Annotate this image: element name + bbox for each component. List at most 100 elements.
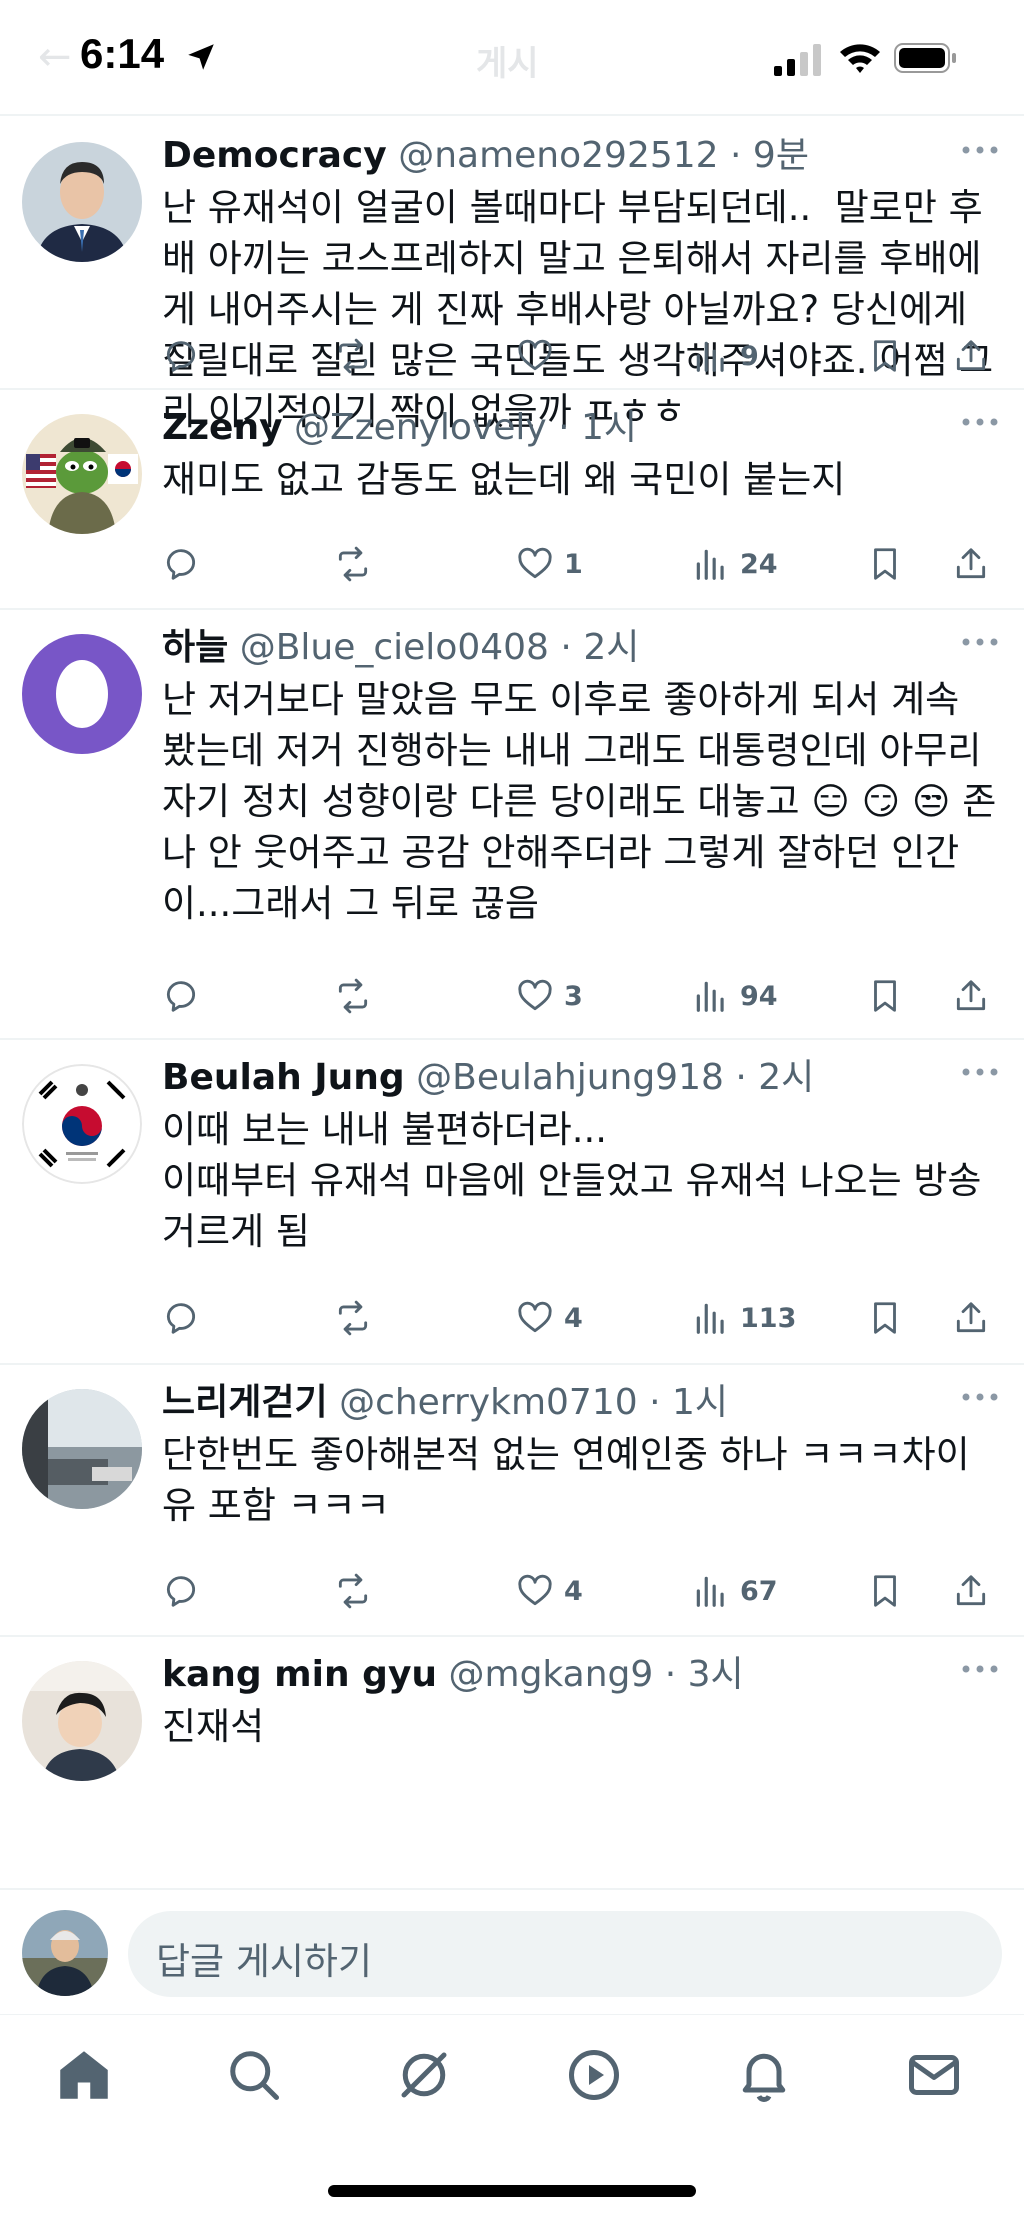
view-count: 9: [740, 340, 759, 372]
bookmark-button[interactable]: [866, 974, 904, 1018]
tweet[interactable]: kang min gyu @mgkang9 · 3시 진재석: [0, 1637, 1024, 1888]
separator-dot: ·: [546, 407, 581, 448]
avatar[interactable]: [22, 1661, 142, 1781]
timestamp[interactable]: 2시: [583, 627, 639, 668]
tweet[interactable]: 느리게걷기 @cherrykm0710 · 1시 단한번도 좋아해본적 없는 연…: [0, 1365, 1024, 1637]
location-arrow-icon: [188, 44, 214, 70]
reply-button[interactable]: [162, 542, 200, 586]
tweet-text: 재미도 없고 감동도 없는데 왜 국민이 붙는지: [162, 458, 846, 501]
like-button[interactable]: 1: [516, 542, 583, 586]
share-button[interactable]: [952, 1569, 990, 1613]
like-count: 4: [564, 1575, 583, 1607]
tab-video[interactable]: [564, 2045, 624, 2105]
bookmark-button[interactable]: [866, 1569, 904, 1613]
views-chart-icon: [696, 1576, 724, 1607]
reply-button[interactable]: [162, 334, 200, 378]
share-button[interactable]: [952, 542, 990, 586]
tweet-text: 이때 보는 내내 불편하더라... 이때부터 유재석 마음에 안들었고 유재석 …: [162, 1108, 982, 1253]
user-handle[interactable]: @Zzenylovely: [294, 407, 547, 448]
video-icon: [569, 2050, 619, 2100]
avatar[interactable]: [22, 414, 142, 534]
tab-search[interactable]: [224, 2045, 284, 2105]
share-button[interactable]: [952, 1296, 990, 1340]
timestamp[interactable]: 3시: [688, 1654, 744, 1695]
views-button[interactable]: 94: [692, 974, 778, 1018]
retweet-icon: [338, 1573, 368, 1609]
reply-button[interactable]: [162, 1569, 200, 1613]
tab-messages[interactable]: [904, 2045, 964, 2105]
views-button[interactable]: 113: [692, 1296, 796, 1340]
reply-button[interactable]: [162, 974, 200, 1018]
user-handle[interactable]: @nameno292512: [398, 135, 718, 176]
share-icon: [956, 1302, 986, 1333]
display-name[interactable]: 느리게걷기: [162, 1382, 328, 1423]
timestamp[interactable]: 1시: [581, 407, 637, 448]
like-button[interactable]: [516, 334, 564, 378]
more-options-icon[interactable]: [960, 1387, 1000, 1407]
grok-icon: [401, 2052, 447, 2098]
timestamp[interactable]: 2시: [758, 1057, 814, 1098]
my-avatar[interactable]: [22, 1910, 108, 1996]
share-button[interactable]: [952, 974, 990, 1018]
timestamp[interactable]: 1시: [672, 1382, 728, 1423]
like-button[interactable]: 4: [516, 1296, 583, 1340]
reply-feed[interactable]: Democracy @nameno292512 · 9분 난 유재석이 얼굴이 …: [0, 118, 1024, 1888]
views-button[interactable]: 24: [692, 542, 778, 586]
display-name[interactable]: Beulah Jung: [162, 1057, 405, 1098]
home-indicator[interactable]: [328, 2185, 696, 2197]
more-options-icon[interactable]: [960, 140, 1000, 160]
heart-icon: [518, 339, 552, 371]
retweet-button[interactable]: [334, 334, 372, 378]
display-name[interactable]: 하늘: [162, 627, 228, 668]
retweet-button[interactable]: [334, 1296, 372, 1340]
display-name[interactable]: Zzeny: [162, 407, 283, 448]
like-count: 4: [564, 1302, 583, 1334]
more-options-icon[interactable]: [960, 632, 1000, 652]
tweet[interactable]: Beulah Jung @Beulahjung918 · 2시 이때 보는 내내…: [0, 1040, 1024, 1365]
tweet-actions: 3 94: [162, 974, 1002, 1018]
bookmark-button[interactable]: [866, 334, 904, 378]
home-icon: [60, 2051, 108, 2099]
back-arrow-icon[interactable]: ←: [38, 34, 72, 80]
user-handle[interactable]: @cherrykm0710: [339, 1382, 638, 1423]
like-button[interactable]: 4: [516, 1569, 583, 1613]
view-count: 113: [740, 1302, 797, 1334]
tweet[interactable]: 하늘 @Blue_cielo0408 · 2시 난 저거보다 말았음 무도 이후…: [0, 610, 1024, 1040]
user-handle[interactable]: @Blue_cielo0408: [240, 627, 549, 668]
tweet-actions: 4 67: [162, 1569, 1002, 1613]
like-button[interactable]: 3: [516, 974, 583, 1018]
reply-icon: [166, 1576, 196, 1607]
bookmark-icon: [874, 548, 896, 580]
avatar[interactable]: [22, 1389, 142, 1509]
reply-button[interactable]: [162, 1296, 200, 1340]
user-handle[interactable]: @mgkang9: [449, 1654, 654, 1695]
more-options-icon[interactable]: [960, 1659, 1000, 1679]
cellular-signal-icon: [774, 44, 821, 76]
bookmark-button[interactable]: [866, 542, 904, 586]
reply-input[interactable]: 답글 게시하기: [128, 1911, 1002, 1997]
more-options-icon[interactable]: [960, 1062, 1000, 1082]
retweet-button[interactable]: [334, 542, 372, 586]
views-button[interactable]: 67: [692, 1569, 778, 1613]
tab-grok[interactable]: [394, 2045, 454, 2105]
share-button[interactable]: [952, 334, 990, 378]
bookmark-button[interactable]: [866, 1296, 904, 1340]
more-options-icon[interactable]: [960, 412, 1000, 432]
retweet-button[interactable]: [334, 1569, 372, 1613]
tweet[interactable]: Zzeny @Zzenylovely · 1시 재미도 없고 감동도 없는데 왜…: [0, 390, 1024, 610]
user-handle[interactable]: @Beulahjung918: [416, 1057, 724, 1098]
avatar[interactable]: [22, 1064, 142, 1184]
views-button[interactable]: 9: [692, 334, 759, 378]
avatar[interactable]: [22, 634, 142, 754]
display-name[interactable]: Democracy: [162, 135, 387, 176]
retweet-button[interactable]: [334, 974, 372, 1018]
avatar[interactable]: [22, 142, 142, 262]
wifi-icon: [840, 44, 880, 73]
display-name[interactable]: kang min gyu: [162, 1654, 437, 1695]
bookmark-icon: [874, 980, 896, 1012]
status-bar: ← 6:14 게시: [0, 0, 1024, 116]
tab-home[interactable]: [54, 2045, 114, 2105]
tweet[interactable]: Democracy @nameno292512 · 9분 난 유재석이 얼굴이 …: [0, 118, 1024, 433]
timestamp[interactable]: 9분: [753, 135, 809, 176]
tab-notifications[interactable]: [734, 2045, 794, 2105]
